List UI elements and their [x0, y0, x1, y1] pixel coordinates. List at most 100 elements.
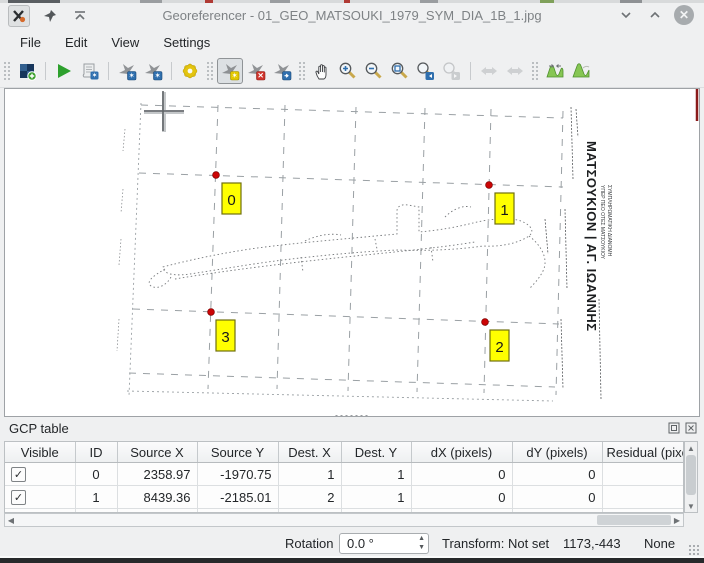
resize-grip[interactable]: [688, 544, 700, 556]
float-panel-icon[interactable]: [667, 421, 681, 435]
status-bar: Rotation 0.0 ° ▲ ▼ Transform: Not set 11…: [0, 530, 704, 557]
col-residual: Residual (pixels): [602, 442, 684, 463]
histogram-stretch-local-button[interactable]: [542, 58, 568, 84]
generate-gdal-script-button[interactable]: ✶: [77, 58, 103, 84]
cell-residual[interactable]: [602, 463, 684, 486]
link-georef-icon: [479, 61, 499, 81]
save-gcp-icon: ✶: [143, 61, 163, 81]
scroll-up-icon[interactable]: ▲: [685, 442, 697, 454]
zoom-out-button[interactable]: [361, 58, 387, 84]
map-title-text: ΜΑΤΣΟΥΚΙΟΝ | ΑΓ. ΙΩΑΝΝΗΣ: [584, 141, 599, 332]
link-qgis-to-georeferencer-button[interactable]: [502, 58, 528, 84]
gcp-label-2: 2: [495, 339, 503, 356]
transformation-settings-button[interactable]: [177, 58, 203, 84]
play-icon: [54, 61, 74, 81]
cell-dx[interactable]: 0: [411, 463, 512, 486]
scroll-right-icon[interactable]: ▶: [671, 514, 683, 526]
zoom-next-button[interactable]: [439, 58, 465, 84]
menu-view[interactable]: View: [101, 32, 149, 53]
close-panel-icon[interactable]: [684, 421, 698, 435]
add-point-icon: ✶: [220, 61, 240, 81]
menu-bar: File Edit View Settings: [0, 30, 704, 54]
delete-point-button[interactable]: ✕: [243, 58, 269, 84]
zoom-in-icon: [338, 61, 358, 81]
cell-dy[interactable]: 0: [512, 463, 602, 486]
zoom-out-icon: [364, 61, 384, 81]
toolbar-handle[interactable]: [531, 61, 539, 81]
col-dx: dX (pixels): [411, 442, 512, 463]
open-raster-icon: [17, 61, 37, 81]
gcp-table: Visible ID Source X Source Y Dest. X Des…: [4, 441, 684, 513]
map-canvas[interactable]: ΜΑΤΣΟΥΚΙΟΝ | ΑΓ. ΙΩΑΝΝΗΣ ΥΠΕΡ ΠΕΟ ΟΤΕΣ Μ…: [4, 88, 700, 417]
move-gcp-point-button[interactable]: [269, 58, 295, 84]
cell-source-x[interactable]: 8439.36: [117, 486, 197, 509]
svg-text:✶: ✶: [232, 71, 238, 80]
cell-dest-x[interactable]: 2: [278, 486, 341, 509]
spin-up-icon[interactable]: ▲: [418, 535, 425, 543]
minimize-icon[interactable]: [616, 5, 636, 25]
gcp-marker-1[interactable]: 1: [486, 182, 514, 224]
start-georeferencing-button[interactable]: [51, 58, 77, 84]
rotation-spinbox[interactable]: 0.0 ° ▲ ▼: [339, 533, 429, 554]
scroll-left-icon[interactable]: ◀: [5, 514, 17, 526]
cell-id[interactable]: 1: [75, 486, 117, 509]
table-row: ✓ 0 2358.97 -1970.75 1 1 0 0: [5, 463, 684, 486]
col-dy: dY (pixels): [512, 442, 602, 463]
table-horizontal-scrollbar[interactable]: ◀ ▶: [4, 513, 684, 527]
window-bottom-edge: [0, 558, 704, 563]
menu-file[interactable]: File: [10, 32, 51, 53]
add-point-button[interactable]: ✶: [217, 58, 243, 84]
table-vertical-scrollbar[interactable]: ▲ ▼: [684, 441, 698, 513]
vscroll-thumb[interactable]: [686, 455, 696, 495]
open-raster-button[interactable]: [14, 58, 40, 84]
gcp-label-1: 1: [500, 202, 508, 219]
menu-settings[interactable]: Settings: [153, 32, 220, 53]
zoom-to-layer-icon: [390, 61, 410, 81]
crosshair-cursor: [144, 91, 184, 132]
gcp-label-0: 0: [227, 192, 235, 209]
maximize-icon[interactable]: [645, 5, 665, 25]
cursor-coordinates: 1173,-443: [563, 536, 621, 551]
cell-source-x[interactable]: 2358.97: [117, 463, 197, 486]
cell-id[interactable]: 0: [75, 463, 117, 486]
cell-dest-x[interactable]: 1: [278, 463, 341, 486]
svg-text:✕: ✕: [258, 71, 264, 80]
col-source-y: Source Y: [197, 442, 278, 463]
spin-down-icon[interactable]: ▼: [418, 544, 425, 552]
histogram-full-icon: [571, 61, 591, 81]
gcp-panel-titlebar: GCP table: [0, 418, 704, 440]
save-gcp-points-button[interactable]: ✶: [140, 58, 166, 84]
link-georeferencer-to-qgis-button[interactable]: [476, 58, 502, 84]
visible-checkbox[interactable]: ✓: [11, 467, 26, 482]
col-dest-x: Dest. X: [278, 442, 341, 463]
cell-residual[interactable]: [602, 486, 684, 509]
visible-checkbox[interactable]: ✓: [11, 490, 26, 505]
toolbar-handle[interactable]: [206, 61, 214, 81]
toolbar-handle[interactable]: [298, 61, 306, 81]
load-gcp-points-button[interactable]: ✶: [114, 58, 140, 84]
delete-point-icon: ✕: [246, 61, 266, 81]
gcp-marker-0[interactable]: 0: [213, 172, 241, 214]
toolbar-handle[interactable]: [3, 61, 11, 81]
hscroll-thumb[interactable]: [597, 515, 671, 525]
cell-dy[interactable]: 0: [512, 486, 602, 509]
cell-dest-y[interactable]: 1: [341, 486, 411, 509]
histogram-local-icon: [545, 61, 565, 81]
cell-source-y[interactable]: -1970.75: [197, 463, 278, 486]
window-title: Georeferencer - 01_GEO_MATSOUKI_1979_SYM…: [0, 8, 704, 23]
zoom-in-button[interactable]: [335, 58, 361, 84]
pan-button[interactable]: [309, 58, 335, 84]
crs-indicator: None: [644, 536, 675, 551]
cell-dx[interactable]: 0: [411, 486, 512, 509]
gcp-marker-3[interactable]: 3: [208, 309, 235, 351]
scroll-down-icon[interactable]: ▼: [685, 500, 697, 512]
zoom-to-layer-button[interactable]: [387, 58, 413, 84]
histogram-stretch-full-button[interactable]: [568, 58, 594, 84]
col-id: ID: [75, 442, 117, 463]
zoom-last-button[interactable]: [413, 58, 439, 84]
close-window-icon[interactable]: ✕: [674, 5, 694, 25]
menu-edit[interactable]: Edit: [55, 32, 97, 53]
map-annotation-2: ΣΥΜΠΛΗΡΩΜΑΤΙΚΗ ΔΙΑΝΟΜΗ: [606, 185, 612, 257]
cell-source-y[interactable]: -2185.01: [197, 486, 278, 509]
cell-dest-y[interactable]: 1: [341, 463, 411, 486]
